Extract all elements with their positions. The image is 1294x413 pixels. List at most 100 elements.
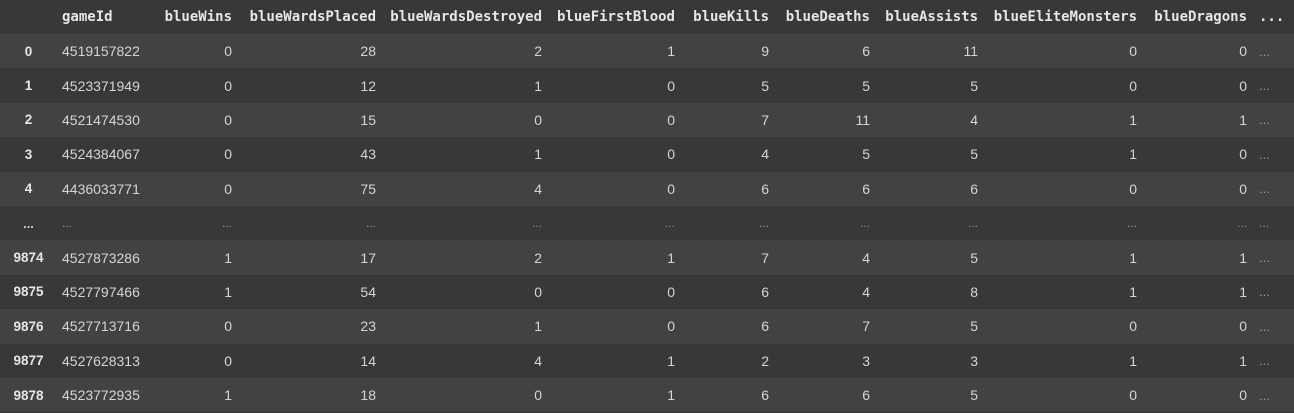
row-index: ... <box>23 215 34 231</box>
cell-blueWardsPlaced: 54 <box>360 283 376 300</box>
column-header-blueEliteMonsters: blueEliteMonsters <box>993 9 1137 25</box>
cell-blueKills: 7 <box>761 111 769 128</box>
cell-blueDragons: 0 <box>1239 180 1247 197</box>
column-header-more: ... <box>1259 9 1285 25</box>
cell-more: ... <box>1259 78 1270 94</box>
row-index: 4 <box>24 181 33 197</box>
dataframe-table: gameId blueWins blueWardsPlaced blueWard… <box>0 0 1294 413</box>
cell-blueFirstBlood: 0 <box>667 283 675 300</box>
cell-blueAssists: 4 <box>970 111 978 128</box>
cell-gameId: 4436033771 <box>62 180 140 197</box>
cell-gameId: ... <box>62 216 73 231</box>
cell-blueEliteMonsters: 0 <box>1129 180 1137 197</box>
cell-blueDragons: ... <box>1236 216 1247 231</box>
cell-blueWins: 0 <box>224 77 232 94</box>
row-index: 2 <box>24 112 33 128</box>
row-index: 9875 <box>13 284 44 300</box>
cell-blueDeaths: 4 <box>862 249 870 266</box>
cell-more: ... <box>1259 387 1270 403</box>
cell-blueWardsPlaced: 43 <box>360 146 376 163</box>
cell-blueKills: 6 <box>761 318 769 335</box>
cell-blueWins: 0 <box>224 111 232 128</box>
cell-gameId: 4524384067 <box>62 146 140 163</box>
cell-blueWardsDestroyed: 1 <box>534 146 542 163</box>
cell-blueAssists: 6 <box>970 180 978 197</box>
row-index: 1 <box>24 78 33 94</box>
table-header: gameId blueWins blueWardsPlaced blueWard… <box>0 0 1294 34</box>
table-row: 9875 4527797466 1 54 0 0 6 4 8 1 1... <box>0 274 1294 310</box>
cell-blueEliteMonsters: 0 <box>1129 43 1137 60</box>
ellipsis-row: .................................... <box>0 205 1294 241</box>
cell-blueWardsDestroyed: 4 <box>534 352 542 369</box>
cell-blueEliteMonsters: 0 <box>1129 77 1137 94</box>
cell-blueKills: 4 <box>761 146 769 163</box>
cell-blueWardsDestroyed: 2 <box>534 43 542 60</box>
cell-blueDragons: 0 <box>1239 146 1247 163</box>
table-row: 9874 4527873286 1 17 2 1 7 4 5 1 1... <box>0 240 1294 275</box>
cell-blueDragons: 1 <box>1239 249 1247 266</box>
cell-blueWardsDestroyed: ... <box>531 216 542 231</box>
cell-blueWins: 1 <box>224 283 232 300</box>
table-row: 9878 4523772935 1 18 0 1 6 6 5 0 0... <box>0 377 1294 413</box>
cell-blueDeaths: ... <box>859 216 870 231</box>
cell-more: ... <box>1259 146 1270 162</box>
cell-more: ... <box>1259 353 1270 369</box>
cell-blueDeaths: 5 <box>862 77 870 94</box>
cell-blueKills: 2 <box>761 352 769 369</box>
column-header-blueWardsPlaced: blueWardsPlaced <box>249 9 376 25</box>
row-index: 9878 <box>13 387 44 403</box>
table-row: 0 4519157822 0 28 2 1 9 6 11 0 0... <box>0 34 1294 69</box>
cell-blueFirstBlood: 0 <box>667 180 675 197</box>
cell-blueDragons: 0 <box>1239 318 1247 335</box>
cell-blueDragons: 1 <box>1239 283 1247 300</box>
cell-blueWins: 0 <box>224 43 232 60</box>
cell-blueDeaths: 7 <box>862 318 870 335</box>
cell-blueDragons: 0 <box>1239 43 1247 60</box>
cell-blueAssists: ... <box>967 216 978 231</box>
column-header-blueDeaths: blueDeaths <box>785 9 870 25</box>
cell-blueDeaths: 6 <box>862 387 870 404</box>
cell-blueWins: 0 <box>224 180 232 197</box>
cell-blueFirstBlood: 0 <box>667 77 675 94</box>
cell-blueWins: 1 <box>224 249 232 266</box>
cell-blueEliteMonsters: 0 <box>1129 318 1137 335</box>
cell-more: ... <box>1259 216 1270 231</box>
cell-blueAssists: 5 <box>970 77 978 94</box>
cell-blueDeaths: 5 <box>862 146 870 163</box>
cell-blueEliteMonsters: 1 <box>1129 111 1137 128</box>
column-header-gameId: gameId <box>62 9 113 25</box>
row-index: 0 <box>24 43 33 59</box>
cell-blueFirstBlood: 1 <box>667 387 675 404</box>
column-header-blueWins: blueWins <box>164 9 232 25</box>
cell-more: ... <box>1259 181 1270 197</box>
cell-blueDragons: 1 <box>1239 352 1247 369</box>
cell-gameId: 4521474530 <box>62 111 140 128</box>
cell-blueEliteMonsters: ... <box>1126 216 1137 231</box>
cell-more: ... <box>1259 284 1270 300</box>
cell-blueDeaths: 6 <box>862 180 870 197</box>
cell-blueEliteMonsters: 1 <box>1129 283 1137 300</box>
cell-blueFirstBlood: ... <box>664 216 675 231</box>
cell-blueDeaths: 11 <box>855 111 870 128</box>
cell-blueEliteMonsters: 1 <box>1129 352 1137 369</box>
cell-blueWins: 0 <box>224 352 232 369</box>
cell-blueFirstBlood: 1 <box>667 43 675 60</box>
table-row: 2 4521474530 0 15 0 0 7 11 4 1 1... <box>0 102 1294 138</box>
cell-more: ... <box>1259 43 1270 59</box>
cell-blueWardsPlaced: 23 <box>360 318 376 335</box>
cell-blueDragons: 0 <box>1239 77 1247 94</box>
cell-blueKills: ... <box>758 216 769 231</box>
cell-blueDeaths: 6 <box>862 43 870 60</box>
cell-blueWardsPlaced: ... <box>365 216 376 231</box>
cell-blueWardsDestroyed: 0 <box>534 111 542 128</box>
table-row: 9877 4527628313 0 14 4 1 2 3 3 1 1... <box>0 343 1294 378</box>
cell-blueKills: 7 <box>761 249 769 266</box>
cell-blueAssists: 5 <box>970 249 978 266</box>
table-row: 4 4436033771 0 75 4 0 6 6 6 0 0... <box>0 171 1294 206</box>
cell-blueAssists: 5 <box>970 387 978 404</box>
column-header-blueDragons: blueDragons <box>1154 9 1247 25</box>
cell-blueAssists: 5 <box>970 146 978 163</box>
cell-blueWardsPlaced: 28 <box>360 43 376 60</box>
cell-blueFirstBlood: 0 <box>667 146 675 163</box>
cell-gameId: 4527713716 <box>62 318 140 335</box>
